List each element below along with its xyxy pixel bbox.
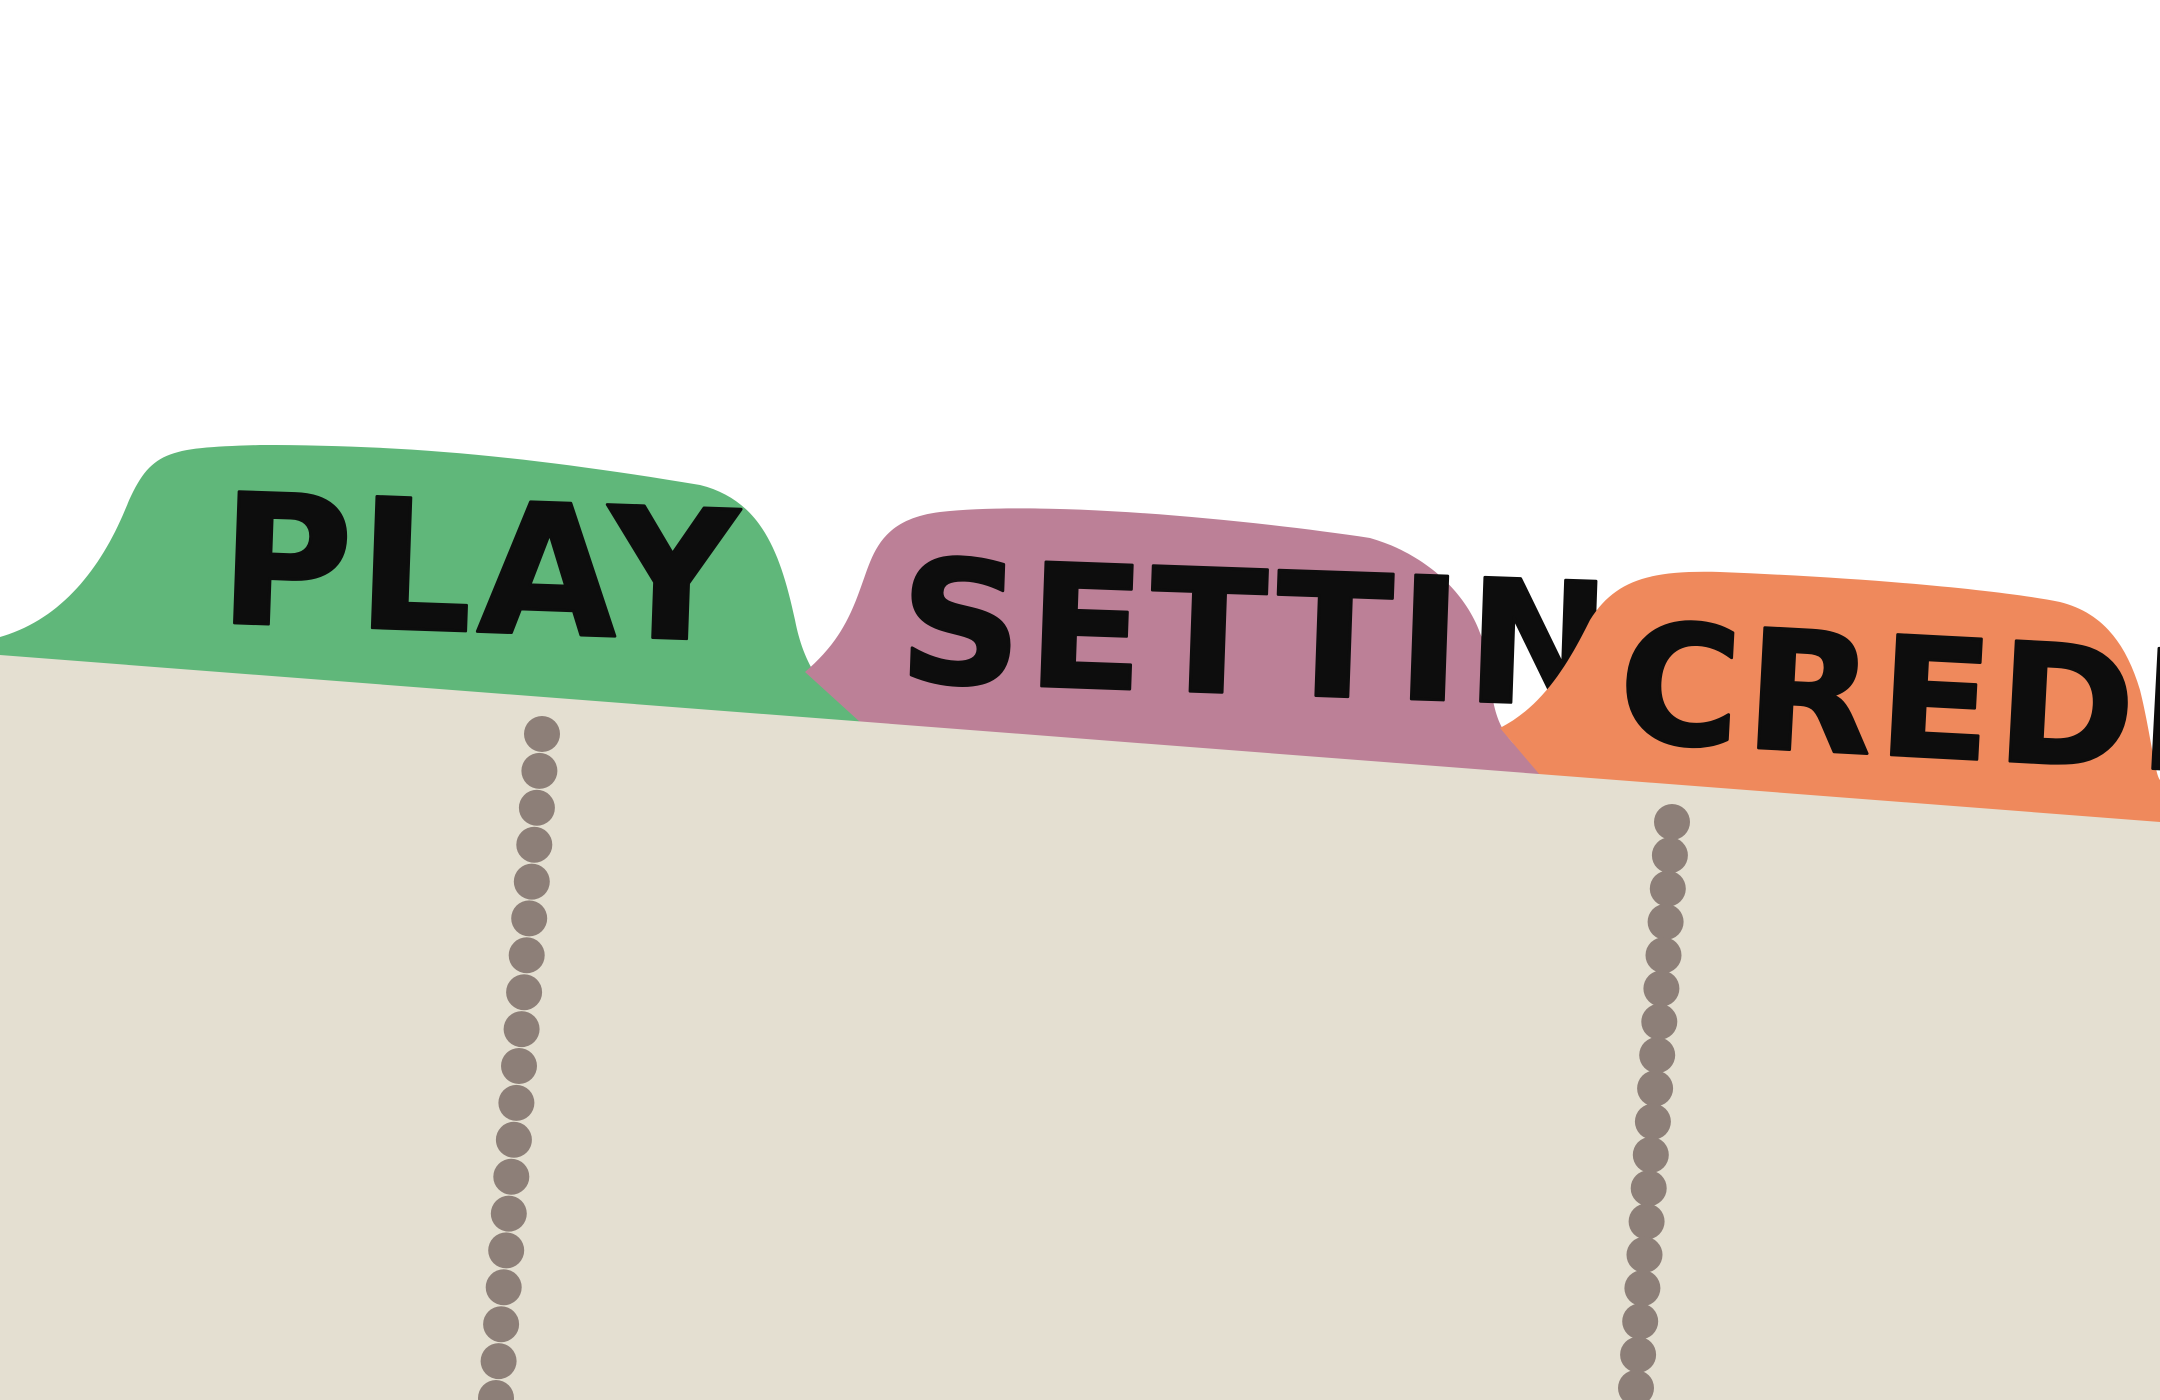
perforation-dot xyxy=(1643,970,1680,1007)
perforation-dot xyxy=(518,789,555,826)
perforation-dot xyxy=(1624,1270,1661,1307)
tab-play-label: PLAY xyxy=(217,456,747,683)
perforation-dot xyxy=(503,1011,540,1048)
perforation-dot xyxy=(501,1048,537,1084)
perforation-dot xyxy=(1626,1236,1663,1273)
perforation-dot xyxy=(493,1158,530,1195)
perforation-dot xyxy=(1639,1037,1676,1074)
perforation-dot xyxy=(508,937,545,974)
perforation-dot xyxy=(511,900,548,937)
perforation-dot xyxy=(485,1269,522,1306)
perforation-dot xyxy=(1632,1136,1669,1173)
perforation-dot xyxy=(488,1232,525,1269)
perforation-dot xyxy=(495,1121,532,1158)
perforation-dot xyxy=(1628,1203,1665,1240)
perforation-dot xyxy=(1651,837,1688,874)
perforation-dot xyxy=(513,863,550,900)
perforation-dot xyxy=(483,1306,520,1343)
perforation-dot xyxy=(516,826,553,863)
perforation-dot xyxy=(506,974,543,1011)
perforation-dot xyxy=(1637,1070,1674,1107)
tabbed-menu-scene: PLAY SETTING CREDITS xyxy=(0,0,2160,1400)
perforation-dot xyxy=(521,752,558,789)
perforation-dot xyxy=(1630,1170,1667,1207)
perforation-dot xyxy=(1620,1336,1657,1373)
perforation-dot xyxy=(1634,1103,1671,1140)
perforation-dot xyxy=(524,716,560,752)
perforation-dot xyxy=(498,1084,535,1121)
perforation-dot xyxy=(480,1343,517,1380)
perforation-dot xyxy=(1647,903,1684,940)
perforation-dot xyxy=(1654,804,1690,840)
perforation-dot xyxy=(1649,870,1686,907)
perforation-dot xyxy=(490,1195,527,1232)
perforation-dot xyxy=(1645,937,1682,974)
perforation-dot xyxy=(1622,1303,1659,1340)
perforation-dot xyxy=(1641,1003,1678,1040)
